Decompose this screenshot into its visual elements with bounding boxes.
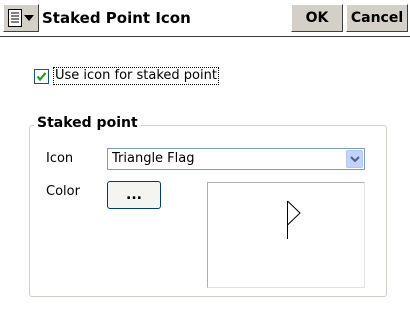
window-title: Staked Point Icon	[42, 9, 191, 27]
use-icon-checkbox-label[interactable]: Use icon for staked point	[53, 67, 219, 85]
icon-label: Icon	[46, 151, 74, 166]
icon-select[interactable]: Triangle Flag	[107, 148, 365, 170]
icon-preview	[207, 182, 365, 288]
color-picker-button[interactable]: ...	[107, 181, 161, 209]
cancel-button[interactable]: Cancel	[346, 4, 408, 32]
use-icon-checkbox[interactable]	[34, 68, 49, 84]
window-menu-button[interactable]	[3, 4, 39, 32]
triangle-flag-icon	[287, 200, 301, 239]
chevron-down-icon	[350, 156, 360, 163]
ok-button[interactable]: OK	[291, 4, 343, 32]
icon-select-value: Triangle Flag	[112, 151, 195, 166]
title-bar: Staked Point Icon OK Cancel	[0, 0, 410, 37]
staked-point-group-title: Staked point	[34, 115, 141, 131]
list-icon	[8, 9, 22, 27]
color-label: Color	[46, 184, 80, 199]
use-icon-checkbox-row[interactable]: Use icon for staked point	[34, 66, 219, 86]
checkmark-icon	[36, 71, 47, 81]
dropdown-arrow-button[interactable]	[346, 150, 363, 168]
chevron-down-icon	[24, 15, 34, 21]
